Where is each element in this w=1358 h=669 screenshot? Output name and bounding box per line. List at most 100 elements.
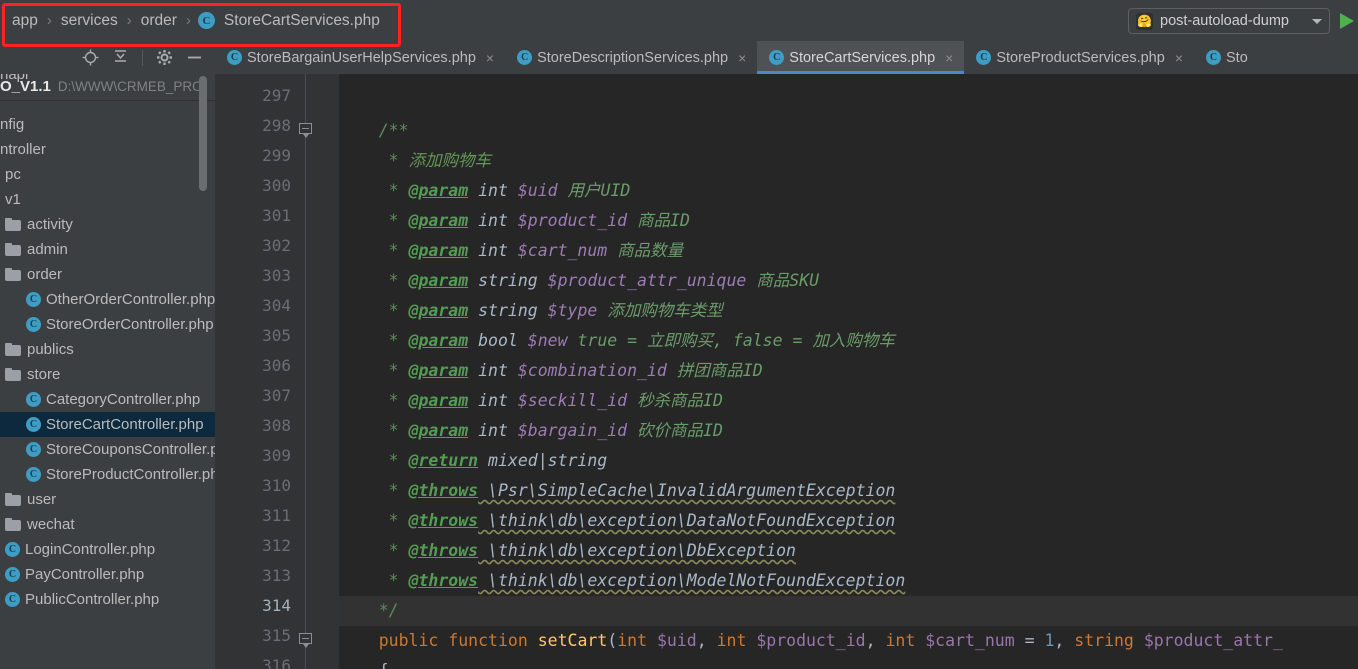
tree-item[interactable]: C StoreOrderController.php [0,312,215,337]
php-class-icon: C [1206,50,1221,65]
line-number: 307 [262,386,291,405]
line-number: 312 [262,536,291,555]
tree-item-label: StoreOrderController.php [46,316,214,333]
code-line[interactable]: * @param string $product_attr_unique 商品S… [339,266,819,296]
php-class-icon: C [5,592,20,607]
tree-item-label: StoreProductController.php [46,466,215,483]
code-line[interactable]: * @param bool $new true = 立即购买, false = … [339,326,895,356]
breadcrumb-item-app[interactable]: app [10,12,40,30]
ide-window: app › services › order › C StoreCartServ… [0,0,1358,669]
tree-item-label: PublicController.php [25,591,160,608]
breadcrumb-item-order[interactable]: order [139,12,179,30]
tree-item[interactable]: store [0,362,215,387]
fold-rail [305,74,306,669]
line-number: 311 [262,506,291,525]
tree-item-label: activity [27,216,73,233]
editor-tab[interactable]: C StoreBargainUserHelpServices.php × [215,41,505,74]
breadcrumb-item-file[interactable]: StoreCartServices.php [222,12,382,30]
line-number: 302 [262,236,291,255]
close-icon[interactable]: × [738,51,746,65]
tree-item[interactable]: hapi [0,74,215,87]
editor-tab-label: StoreCartServices.php [789,49,936,66]
tree-item[interactable]: C StoreCouponsController.php [0,437,215,462]
run-configuration-selector[interactable]: 🤗 post-autoload-dump [1128,8,1330,34]
tree-item-label: pc [5,166,21,183]
code-line[interactable]: * @param int $combination_id 拼团商品ID [339,356,763,386]
run-icon[interactable] [1340,13,1354,29]
tree-item-selected[interactable]: C StoreCartController.php [0,412,215,437]
tree-item[interactable]: admin [0,237,215,262]
tree-item-label: user [27,491,57,508]
tree-item[interactable]: ntroller [0,137,215,162]
tree-item-label: ntroller [0,141,46,158]
editor-tab[interactable]: C Sto [1194,41,1259,74]
run-configuration-label: post-autoload-dump [1160,13,1289,29]
tree-item[interactable]: pc [0,162,215,187]
code-line[interactable]: * @throws \Psr\SimpleCache\InvalidArgume… [339,476,896,506]
line-number: 308 [262,416,291,435]
fold-collapse-icon[interactable] [299,123,312,138]
tree-item[interactable]: nfig [0,112,215,137]
tree-item[interactable]: C OtherOrderController.php [0,287,215,312]
line-number: 304 [262,296,291,315]
breadcrumb-separator: › [46,12,52,29]
editor-tab[interactable]: C StoreProductServices.php × [964,41,1194,74]
code-line[interactable]: * @return mixed|string [339,446,608,476]
project-tree[interactable]: O_V1.1 D:\WWW\CRMEB_PRO hapi nfig ntroller… [0,74,215,669]
code-line[interactable]: * @throws \think\db\exception\DataNotFou… [339,506,896,536]
code-line[interactable]: * @param string $type 添加购物车类型 [339,296,723,326]
folder-icon [5,368,21,381]
code-line[interactable]: * @param int $bargain_id 砍价商品ID [339,416,723,446]
tree-item[interactable]: activity [0,212,215,237]
line-number: 316 [262,656,291,669]
settings-gear-icon[interactable] [156,49,173,66]
editor-gutter[interactable]: 297 298 299 300 301 302 303 304 305 306 307 308 309 3… [215,74,339,669]
php-class-icon: C [197,12,215,29]
tree-item-label: LoginController.php [25,541,156,558]
fold-expand-icon[interactable] [299,633,312,648]
editor-tab-label: StoreDescriptionServices.php [537,49,729,66]
tree-item[interactable]: C StoreProductController.php [0,462,215,487]
code-line[interactable]: /** [339,116,409,146]
tree-item[interactable]: C CategoryController.php [0,387,215,412]
tree-item[interactable]: publics [0,337,215,362]
code-line[interactable]: */ [339,596,399,626]
tree-item[interactable]: user [0,487,215,512]
close-icon[interactable]: × [486,51,494,65]
editor-tab-active[interactable]: C StoreCartServices.php × [757,41,965,74]
line-number: 306 [262,356,291,375]
chevron-down-icon [1312,18,1322,24]
tree-item-label: OtherOrderController.php [46,291,215,308]
tree-item[interactable]: C PublicController.php [0,587,215,612]
code-line[interactable]: * @param int $product_id 商品ID [339,206,690,236]
line-number: 301 [262,206,291,225]
breadcrumb-item-services[interactable]: services [59,12,120,30]
editor-tab[interactable]: C StoreDescriptionServices.php × [505,41,757,74]
code-content[interactable]: /** * 添加购物车 * @param int $uid 用户UID * @p… [339,74,1358,669]
folder-icon [5,243,21,256]
code-line[interactable]: * @param int $cart_num 商品数量 [339,236,684,266]
folder-icon [5,218,21,231]
tree-item[interactable]: C LoginController.php [0,537,215,562]
code-line[interactable]: * @param int $seckill_id 秒杀商品ID [339,386,723,416]
code-line[interactable]: * @throws \think\db\exception\DbExceptio… [339,536,796,566]
code-line[interactable]: { [339,656,389,669]
code-line[interactable]: * @throws \think\db\exception\ModelNotFo… [339,566,906,596]
code-line[interactable]: public function setCart(int $uid, int $p… [339,626,1283,656]
tree-item[interactable]: order [0,262,215,287]
tree-item[interactable]: wechat [0,512,215,537]
tree-item[interactable]: C PayController.php [0,562,215,587]
code-line[interactable]: * 添加购物车 [339,146,491,176]
tree-item[interactable]: v1 [0,187,215,212]
collapse-all-icon[interactable] [112,49,129,66]
close-icon[interactable]: × [945,51,953,65]
line-number: 313 [262,566,291,585]
close-icon[interactable]: × [1175,51,1183,65]
folder-icon [5,493,21,506]
locate-icon[interactable] [82,49,99,66]
code-line[interactable]: * @param int $uid 用户UID [339,176,631,206]
hide-icon[interactable] [186,49,203,66]
folder-icon [5,268,21,281]
line-number: 297 [262,86,291,105]
code-editor[interactable]: 297 298 299 300 301 302 303 304 305 306 307 308 309 3… [215,74,1358,669]
